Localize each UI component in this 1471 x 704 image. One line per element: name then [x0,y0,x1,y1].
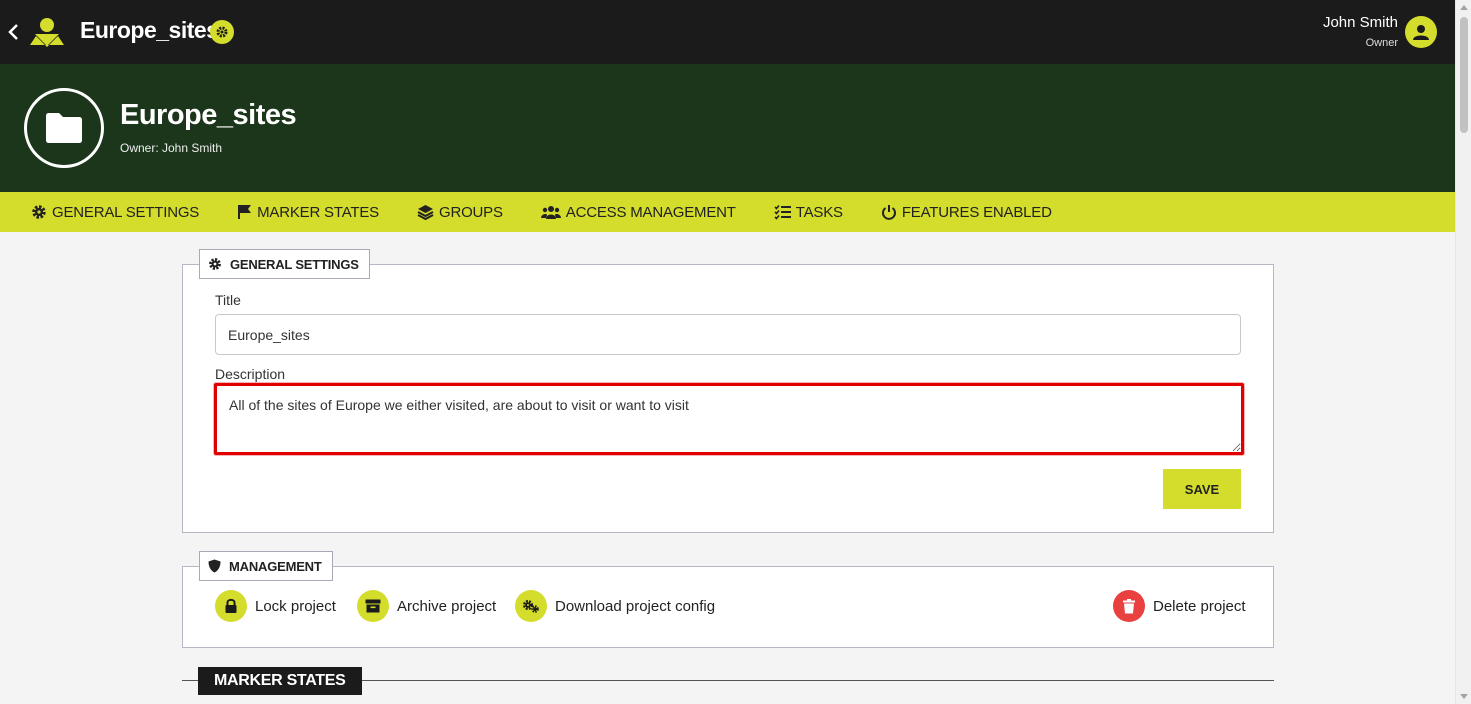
download-project-config-button[interactable]: Download project config [515,590,715,622]
tab-label: GROUPS [438,203,503,221]
action-label: Download project config [555,597,716,615]
back-arrow-icon[interactable] [6,20,22,44]
layers-icon [417,205,434,220]
scroll-up-arrow-icon[interactable] [1460,5,1468,10]
app-title: Europe_sites [80,17,219,43]
folder-icon [24,88,104,168]
shield-icon [208,559,221,573]
action-label: Lock project [255,597,336,615]
project-title: Europe_sites [120,99,297,131]
tab-features-enabled[interactable]: FEATURES ENABLED [881,204,1052,221]
tab-marker-states[interactable]: MARKER STATES [237,204,379,221]
lock-icon [215,590,247,622]
description-label: Description [215,366,286,382]
general-settings-panel: GENERAL SETTINGS Title Description All o… [182,249,1274,533]
tab-tasks[interactable]: TASKS [774,204,843,221]
tab-label: FEATURES ENABLED [901,203,1052,221]
tab-label: TASKS [795,203,843,221]
app-logo-icon[interactable] [28,14,66,50]
top-bar: Europe_sites John Smith Owner [0,0,1455,64]
tab-label: GENERAL SETTINGS [52,203,200,221]
management-panel: MANAGEMENT Lock project Archive project … [182,551,1274,648]
legend-label: MANAGEMENT [229,558,322,574]
gear-icon [32,205,46,219]
tab-general-settings[interactable]: GENERAL SETTINGS [31,204,199,221]
title-label: Title [215,292,241,308]
user-name: John Smith [1322,14,1398,31]
action-label: Archive project [397,597,497,615]
trash-icon [1113,590,1145,622]
checklist-icon [774,204,791,220]
tab-label: MARKER STATES [257,203,379,221]
user-role: Owner [1365,37,1398,49]
tab-groups[interactable]: GROUPS [417,204,503,221]
action-label: Delete project [1153,597,1246,615]
flag-icon [238,205,252,219]
users-icon [540,206,561,219]
project-header: Europe_sites Owner: John Smith [0,64,1455,192]
marker-states-heading: MARKER STATES [198,667,362,695]
description-textarea[interactable]: All of the sites of Europe we either vis… [214,383,1244,455]
settings-tabs: GENERAL SETTINGS MARKER STATES GROUPS AC… [0,192,1455,232]
archive-project-button[interactable]: Archive project [357,590,496,622]
general-settings-legend: GENERAL SETTINGS [199,249,370,279]
tab-label: ACCESS MANAGEMENT [565,203,736,221]
project-settings-gear-icon[interactable] [210,20,234,44]
archive-icon [357,590,389,622]
gears-icon [515,590,547,622]
page-scrollbar[interactable] [1455,0,1471,704]
gear-icon [209,258,221,270]
management-legend: MANAGEMENT [199,551,333,581]
lock-project-button[interactable]: Lock project [215,590,336,622]
user-avatar-icon[interactable] [1405,16,1437,48]
scroll-down-arrow-icon[interactable] [1460,694,1468,699]
scrollbar-thumb[interactable] [1460,17,1468,133]
save-button[interactable]: SAVE [1163,469,1241,509]
project-owner: Owner: John Smith [120,141,223,155]
power-icon [881,205,896,220]
legend-label: GENERAL SETTINGS [230,256,359,272]
tab-access-management[interactable]: ACCESS MANAGEMENT [540,203,736,221]
title-input[interactable] [215,314,1241,355]
delete-project-button[interactable]: Delete project [1113,590,1246,622]
